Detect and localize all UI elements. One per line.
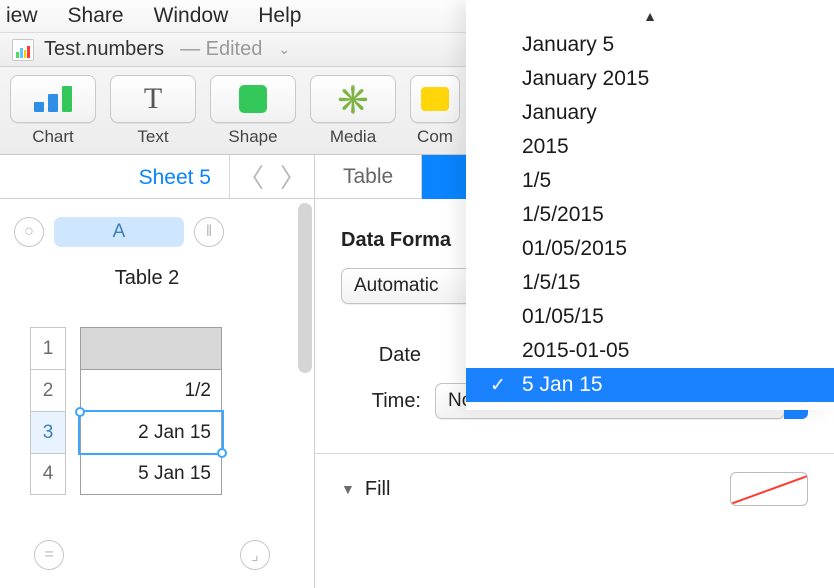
- date-format-option-label: 2015-01-05: [522, 339, 629, 363]
- date-format-option-label: January 5: [522, 33, 614, 57]
- date-format-option[interactable]: 2015: [466, 130, 834, 164]
- date-label: Date: [341, 344, 421, 367]
- date-format-option[interactable]: ✓ 5 Jan 15: [466, 368, 834, 402]
- toolbar-chart[interactable]: Chart: [10, 75, 96, 147]
- date-format-option[interactable]: 1/5: [466, 164, 834, 198]
- document-icon: [12, 39, 34, 61]
- spreadsheet-canvas[interactable]: ○ A ‖ Table 2 1 2 3 4 1/2 2 Jan 15 5 Jan…: [0, 199, 314, 588]
- text-icon: T: [144, 82, 162, 116]
- vertical-scrollbar[interactable]: [298, 203, 312, 373]
- table-title[interactable]: Table 2: [82, 267, 212, 290]
- toolbar-label: Com: [417, 127, 453, 147]
- time-label: Time:: [341, 390, 421, 413]
- date-format-option[interactable]: January: [466, 96, 834, 130]
- menu-item[interactable]: Share: [68, 4, 124, 28]
- sheet-tab[interactable]: Sheet 5: [121, 155, 229, 199]
- date-format-option-label: 1/5/15: [522, 271, 580, 295]
- toolbar-label: Media: [330, 127, 376, 147]
- date-format-option[interactable]: 2015-01-05: [466, 334, 834, 368]
- column-header-a[interactable]: A: [54, 217, 184, 247]
- date-format-option-label: 01/05/15: [522, 305, 604, 329]
- checkmark-icon: ✓: [490, 374, 506, 397]
- date-format-option-label: January 2015: [522, 67, 649, 91]
- document-title[interactable]: Test.numbers: [44, 38, 164, 61]
- date-format-option[interactable]: January 2015: [466, 62, 834, 96]
- date-format-option-label: 2015: [522, 135, 569, 159]
- date-format-option-label: 1/5: [522, 169, 551, 193]
- table-cell[interactable]: 5 Jan 15: [80, 453, 222, 495]
- toolbar-shape[interactable]: Shape: [210, 75, 296, 147]
- row-header[interactable]: 4: [30, 453, 66, 495]
- bar-chart-icon: [34, 86, 72, 112]
- menu-item[interactable]: iew: [6, 4, 38, 28]
- column-add-handle[interactable]: ‖: [194, 217, 224, 247]
- toolbar-text[interactable]: T Text: [110, 75, 196, 147]
- date-format-option[interactable]: 1/5/15: [466, 266, 834, 300]
- fill-label: Fill: [365, 478, 391, 501]
- square-icon: [239, 85, 267, 113]
- date-format-menu: ▲ January 5 January 2015 January 2015 1/5 1/5…: [466, 0, 834, 410]
- resize-handle[interactable]: ⌟: [240, 540, 270, 570]
- menu-scroll-up-icon[interactable]: ▲: [466, 6, 834, 28]
- row-header[interactable]: 3: [30, 411, 66, 453]
- comment-icon: [421, 87, 449, 111]
- toolbar-label: Chart: [32, 127, 74, 147]
- date-format-option-label: January: [522, 101, 597, 125]
- row-header[interactable]: 2: [30, 369, 66, 411]
- table-cell[interactable]: 2 Jan 15: [80, 411, 222, 453]
- date-format-option[interactable]: 01/05/15: [466, 300, 834, 334]
- fill-color-swatch[interactable]: [730, 472, 808, 506]
- prev-sheet-button[interactable]: 〈: [230, 158, 272, 195]
- toolbar-label: Text: [137, 127, 168, 147]
- triangle-down-icon: ▼: [341, 481, 355, 497]
- fill-disclosure[interactable]: ▼ Fill: [341, 478, 390, 501]
- date-format-option-label: 1/5/2015: [522, 203, 604, 227]
- tab-table[interactable]: Table: [315, 155, 422, 199]
- sheet-nav: 〈 〉: [229, 155, 314, 199]
- menu-item[interactable]: Window: [154, 4, 229, 28]
- date-format-option-label: 01/05/2015: [522, 237, 627, 261]
- date-format-option-label: 5 Jan 15: [522, 373, 603, 397]
- chevron-down-icon[interactable]: ⌄: [278, 41, 290, 58]
- toolbar-label: Shape: [228, 127, 277, 147]
- flower-icon: ✳️: [336, 83, 371, 116]
- table-cell[interactable]: 1/2: [80, 369, 222, 411]
- select-all-handle[interactable]: ○: [14, 217, 44, 247]
- toolbar-media[interactable]: ✳️ Media: [310, 75, 396, 147]
- date-format-option[interactable]: January 5: [466, 28, 834, 62]
- table-header-cell[interactable]: [80, 327, 222, 369]
- next-sheet-button[interactable]: 〉: [272, 158, 314, 195]
- date-format-option[interactable]: 1/5/2015: [466, 198, 834, 232]
- row-add-handle[interactable]: =: [34, 540, 64, 570]
- edited-indicator: — Edited: [180, 38, 262, 61]
- date-format-option[interactable]: 01/05/2015: [466, 232, 834, 266]
- menu-item[interactable]: Help: [258, 4, 301, 28]
- row-header[interactable]: 1: [30, 327, 66, 369]
- toolbar-comment[interactable]: Com: [410, 75, 460, 147]
- divider: [315, 453, 834, 454]
